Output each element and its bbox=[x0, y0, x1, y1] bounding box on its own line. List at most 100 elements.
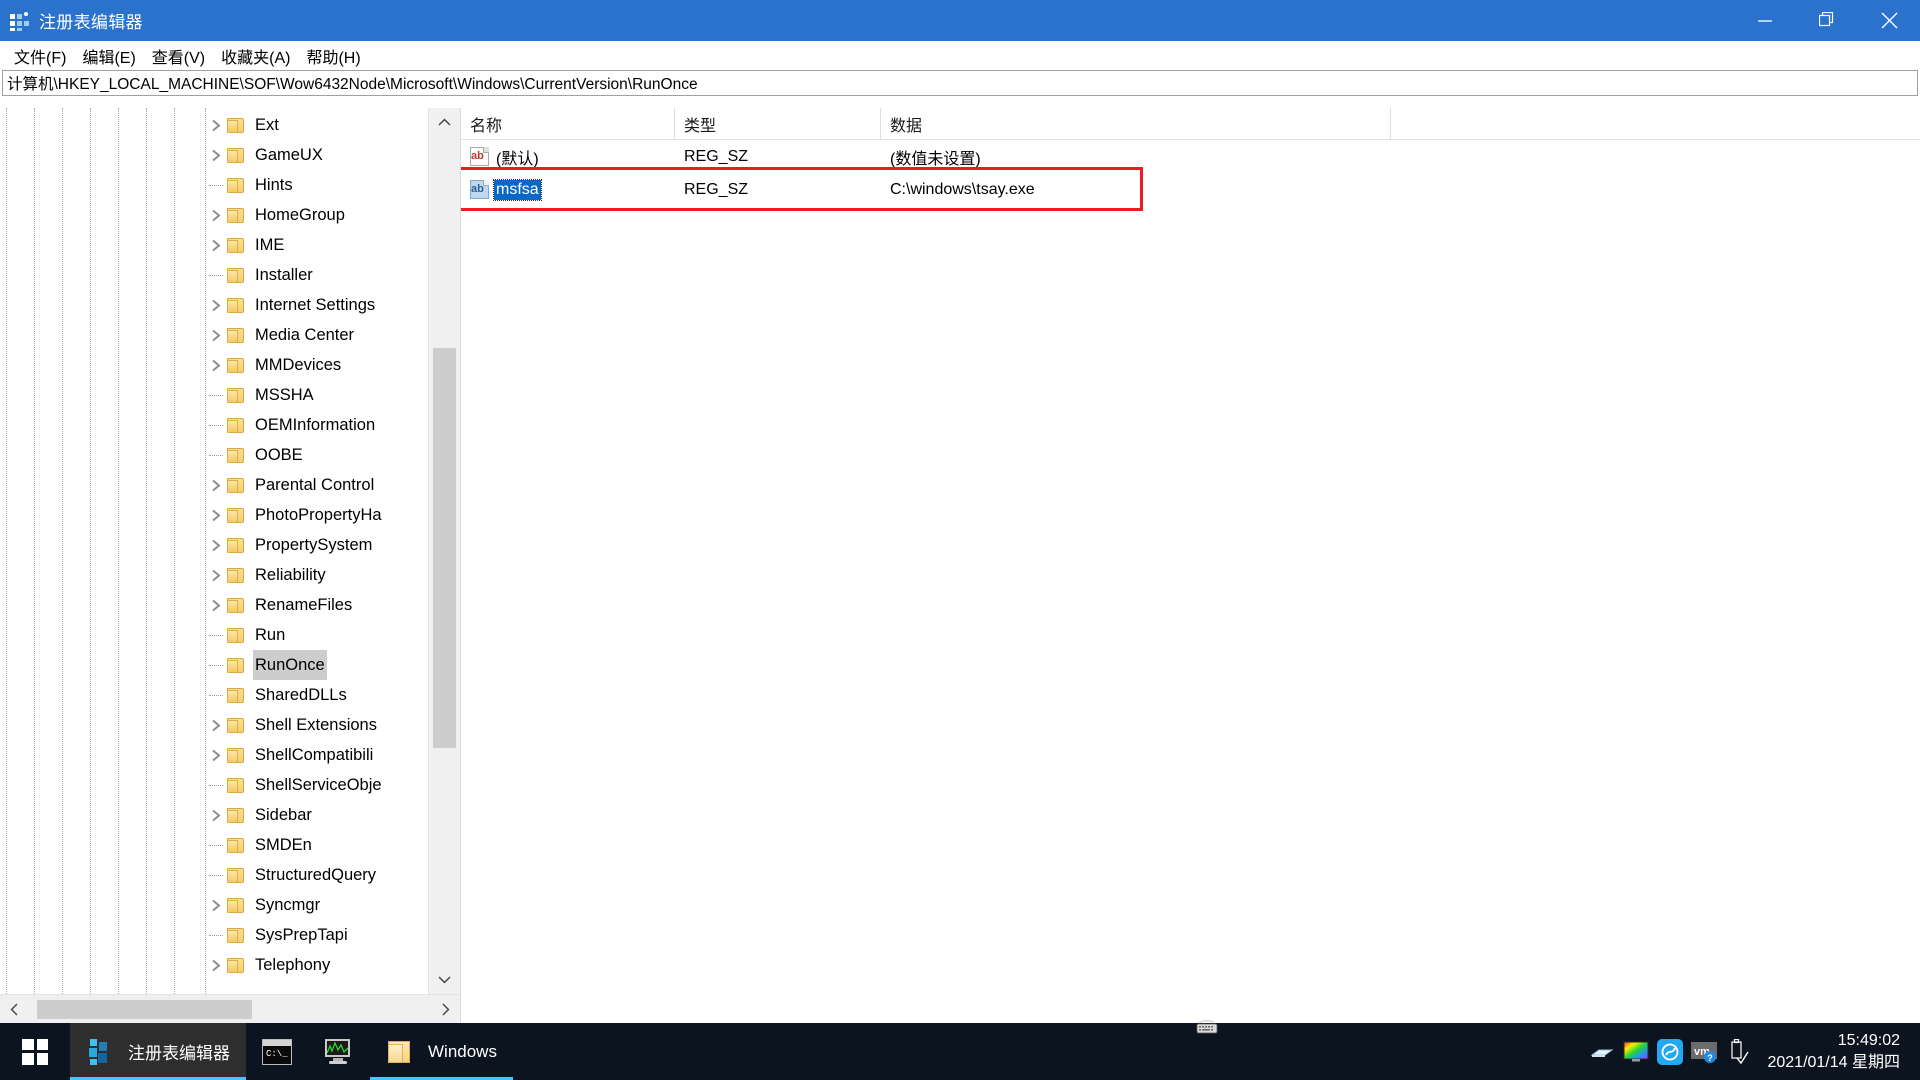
tree-item-internet-settings[interactable]: Internet Settings bbox=[0, 290, 428, 320]
folder-icon bbox=[227, 897, 244, 913]
chevron-right-icon[interactable] bbox=[205, 809, 227, 822]
tree-item-media-center[interactable]: Media Center bbox=[0, 320, 428, 350]
tree-item-label: SysPrepTapi bbox=[255, 926, 348, 944]
wechat-icon[interactable] bbox=[1653, 1023, 1687, 1080]
tree-item-ext[interactable]: Ext bbox=[0, 110, 428, 140]
values-list: ab (默认) REG_SZ (数值未设置) ab msfsa REG_SZ C:\windo… bbox=[461, 140, 1920, 206]
tree-item-sidebar[interactable]: Sidebar bbox=[0, 800, 428, 830]
menu-edit[interactable]: 编辑(E) bbox=[74, 41, 143, 71]
column-header-type[interactable]: 类型 bbox=[675, 108, 881, 140]
menu-favorites[interactable]: 收藏夹(A) bbox=[213, 41, 298, 71]
taskbar-clock[interactable]: 15:49:02 2021/01/14 星期四 bbox=[1755, 1030, 1914, 1074]
tree-item-syspreptapi[interactable]: SysPrepTapi bbox=[0, 920, 428, 950]
safely-remove-hardware-icon[interactable] bbox=[1721, 1023, 1755, 1080]
tree-item-label: MSSHA bbox=[255, 386, 314, 404]
tree-item-photopropertyha[interactable]: PhotoPropertyHa bbox=[0, 500, 428, 530]
vmware-icon[interactable]: vm ? bbox=[1687, 1023, 1721, 1080]
keyboard-indicator-icon[interactable] bbox=[1196, 1020, 1218, 1034]
tree-scroll-down-arrow[interactable] bbox=[429, 965, 460, 994]
taskbar-registry-editor[interactable]: 注册表编辑器 bbox=[70, 1023, 246, 1080]
tree-vertical-scrollbar[interactable] bbox=[428, 108, 460, 994]
folder-icon bbox=[227, 327, 244, 343]
menu-view[interactable]: 查看(V) bbox=[144, 41, 213, 71]
tree-item-shareddlls[interactable]: SharedDLLs bbox=[0, 680, 428, 710]
tree-scroll-left-arrow[interactable] bbox=[0, 995, 29, 1024]
tree-item-mssha[interactable]: MSSHA bbox=[0, 380, 428, 410]
chevron-right-icon[interactable] bbox=[205, 959, 227, 972]
menu-help[interactable]: 帮助(H) bbox=[298, 41, 368, 71]
minimize-button[interactable] bbox=[1734, 0, 1796, 41]
chevron-right-icon[interactable] bbox=[205, 359, 227, 372]
folder-icon bbox=[227, 117, 244, 133]
tree-item-reliability[interactable]: Reliability bbox=[0, 560, 428, 590]
chevron-right-icon[interactable] bbox=[205, 239, 227, 252]
tree-scrollbar-thumb[interactable] bbox=[433, 348, 456, 748]
taskbar-windows-folder[interactable]: Windows bbox=[370, 1023, 513, 1080]
chevron-right-icon[interactable] bbox=[205, 119, 227, 132]
tree-item-hints[interactable]: Hints bbox=[0, 170, 428, 200]
start-button[interactable] bbox=[0, 1023, 70, 1080]
chevron-right-icon[interactable] bbox=[205, 719, 227, 732]
network-icon[interactable] bbox=[1585, 1023, 1619, 1080]
taskbar-task-manager[interactable] bbox=[308, 1023, 370, 1080]
tree-item-runonce[interactable]: RunOnce bbox=[0, 650, 428, 680]
tree-item-renamefiles[interactable]: RenameFiles bbox=[0, 590, 428, 620]
tree-item-mmdevices[interactable]: MMDevices bbox=[0, 350, 428, 380]
tree-scroll-up-arrow[interactable] bbox=[429, 108, 460, 137]
tree-item-smden[interactable]: SMDEn bbox=[0, 830, 428, 860]
menu-file[interactable]: 文件(F) bbox=[6, 41, 74, 71]
tree-item-homegroup[interactable]: HomeGroup bbox=[0, 200, 428, 230]
chevron-right-icon[interactable] bbox=[205, 509, 227, 522]
display-color-icon[interactable] bbox=[1619, 1023, 1653, 1080]
title-bar: 注册表编辑器 bbox=[0, 0, 1920, 41]
tree-item-parental-control[interactable]: Parental Control bbox=[0, 470, 428, 500]
tree-item-installer[interactable]: Installer bbox=[0, 260, 428, 290]
tree-scroll-right-arrow[interactable] bbox=[431, 995, 460, 1024]
tree-item-shellserviceobje[interactable]: ShellServiceObje bbox=[0, 770, 428, 800]
chevron-right-icon[interactable] bbox=[205, 479, 227, 492]
tree-item-structuredquery[interactable]: StructuredQuery bbox=[0, 860, 428, 890]
tree-item-label: Syncmgr bbox=[255, 896, 321, 914]
chevron-right-icon[interactable] bbox=[205, 329, 227, 342]
chevron-right-icon[interactable] bbox=[205, 209, 227, 222]
tree-item-propertysystem[interactable]: PropertySystem bbox=[0, 530, 428, 560]
address-bar[interactable]: 计算机\HKEY_LOCAL_MACHINE\SOF\Wow6432Node\M… bbox=[2, 70, 1918, 96]
chevron-right-icon[interactable] bbox=[205, 149, 227, 162]
chevron-right-icon[interactable] bbox=[205, 569, 227, 582]
column-header-name[interactable]: 名称 bbox=[461, 108, 675, 140]
tree-item-oobe[interactable]: OOBE bbox=[0, 440, 428, 470]
tree-item-label: RunOnce bbox=[253, 650, 327, 680]
column-header-data[interactable]: 数据 bbox=[881, 108, 1391, 140]
tree-item-label: MMDevices bbox=[255, 356, 342, 374]
tree-item-shell-extensions[interactable]: Shell Extensions bbox=[0, 710, 428, 740]
tree-item-oeminformation[interactable]: OEMInformation bbox=[0, 410, 428, 440]
table-row[interactable]: ab (默认) REG_SZ (数值未设置) bbox=[461, 140, 1920, 173]
tree-item-run[interactable]: Run bbox=[0, 620, 428, 650]
chevron-right-icon[interactable] bbox=[205, 539, 227, 552]
tree-item-label: Ext bbox=[255, 116, 279, 134]
tree-item-shellcompatibili[interactable]: ShellCompatibili bbox=[0, 740, 428, 770]
taskbar-command-prompt[interactable]: C:\_ bbox=[246, 1023, 308, 1080]
registry-editor-icon bbox=[10, 11, 30, 31]
chevron-right-icon[interactable] bbox=[205, 899, 227, 912]
tree-item-gameux[interactable]: GameUX bbox=[0, 140, 428, 170]
tree-item-telephony[interactable]: Telephony bbox=[0, 950, 428, 980]
close-button[interactable] bbox=[1858, 0, 1920, 41]
maximize-restore-button[interactable] bbox=[1796, 0, 1858, 41]
chevron-right-icon[interactable] bbox=[205, 749, 227, 762]
table-row[interactable]: ab msfsa REG_SZ C:\windows\tsay.exe bbox=[461, 173, 1920, 206]
tree-item-ime[interactable]: IME bbox=[0, 230, 428, 260]
tree-horizontal-scrollbar[interactable] bbox=[0, 994, 460, 1023]
tree-hscroll-thumb[interactable] bbox=[37, 999, 252, 1019]
tree-connector bbox=[205, 184, 227, 186]
folder-icon bbox=[227, 447, 244, 463]
chevron-right-icon[interactable] bbox=[205, 299, 227, 312]
tree-item-syncmgr[interactable]: Syncmgr bbox=[0, 890, 428, 920]
chevron-right-icon[interactable] bbox=[205, 599, 227, 612]
tree-hscroll-track[interactable] bbox=[29, 995, 431, 1024]
